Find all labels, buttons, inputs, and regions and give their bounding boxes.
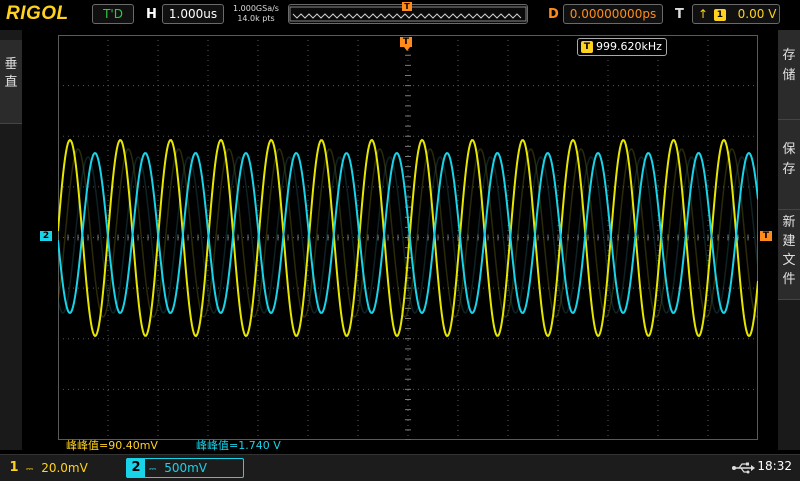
menu-tab-save[interactable]: 保存: [778, 120, 800, 210]
trigger-settings[interactable]: ↑ 1 0.00 V: [692, 4, 780, 24]
dc-coupling-icon: ⎓: [149, 465, 157, 475]
measurement-ch1-vpp: 峰峰值=90.40mV: [66, 439, 158, 452]
counter-source-icon: T: [581, 41, 593, 53]
dc-coupling-icon: ⎓: [26, 465, 34, 475]
memory-depth: 14.0k pts: [237, 14, 275, 23]
memory-position-strip[interactable]: T: [288, 2, 528, 24]
ch1-number: 1: [9, 460, 19, 475]
ch2-scale: ⎓ 500mV: [149, 458, 207, 478]
waveform-area[interactable]: [58, 35, 758, 440]
ch2-offset-marker[interactable]: 2: [40, 231, 52, 241]
run-status[interactable]: T'D: [92, 4, 134, 24]
sample-rate: 1.000GSa/s: [233, 4, 279, 13]
waveform-grid: [58, 35, 758, 440]
left-menu: 垂直: [0, 30, 22, 450]
ch2-status[interactable]: 2 ⎓ 500mV: [126, 458, 244, 478]
menu-tab-storage-label: 存储: [782, 48, 796, 83]
trigger-label: T: [675, 7, 684, 22]
brand-logo: RIGOL: [6, 3, 69, 24]
ch2-scale-value: 500mV: [164, 461, 207, 475]
top-status-bar: RIGOL T'D H 1.000us 1.000GSa/s 14.0k pts…: [0, 0, 800, 30]
ch2-number: 2: [127, 458, 145, 478]
menu-tab-new-file-label: 新建文件: [782, 215, 796, 287]
right-menu: 存储 保存 新建文件: [778, 30, 800, 450]
ch1-status[interactable]: 1 ⎓ 20.0mV: [4, 458, 122, 478]
trigger-position-arrow: [404, 47, 410, 51]
timebase-scale[interactable]: 1.000us: [162, 4, 224, 24]
trigger-source-badge: 1: [713, 8, 726, 21]
trigger-position-marker[interactable]: T: [400, 37, 412, 47]
menu-tab-save-label: 保存: [782, 142, 796, 177]
acquisition-info: 1.000GSa/s 14.0k pts: [226, 4, 286, 24]
ch1-scale: ⎓ 20.0mV: [26, 458, 88, 478]
horizontal-delay[interactable]: 0.00000000ps: [563, 4, 663, 24]
rising-edge-icon: ↑: [697, 7, 709, 21]
delay-label: D: [548, 7, 559, 22]
timebase-label: H: [146, 7, 157, 22]
menu-tab-new-file[interactable]: 新建文件: [778, 210, 800, 300]
counter-value: 999.620kHz: [596, 40, 662, 53]
usb-icon: [732, 462, 755, 474]
trigger-level-marker[interactable]: T: [760, 231, 772, 241]
menu-tab-storage[interactable]: 存储: [778, 30, 800, 120]
clock: 18:32: [757, 459, 792, 473]
ch1-scale-value: 20.0mV: [41, 461, 88, 475]
frequency-counter: T 999.620kHz: [577, 38, 667, 56]
menu-tab-vertical-label: 垂直: [4, 57, 18, 90]
menu-tab-vertical[interactable]: 垂直: [0, 40, 22, 124]
measurement-ch2-vpp: 峰峰值=1.740 V: [196, 439, 281, 452]
trigger-level: 0.00 V: [737, 7, 777, 21]
memory-trigger-marker: T: [402, 2, 412, 11]
channel-status-bar: 1 ⎓ 20.0mV 2 ⎓ 500mV 18:32: [0, 454, 800, 481]
